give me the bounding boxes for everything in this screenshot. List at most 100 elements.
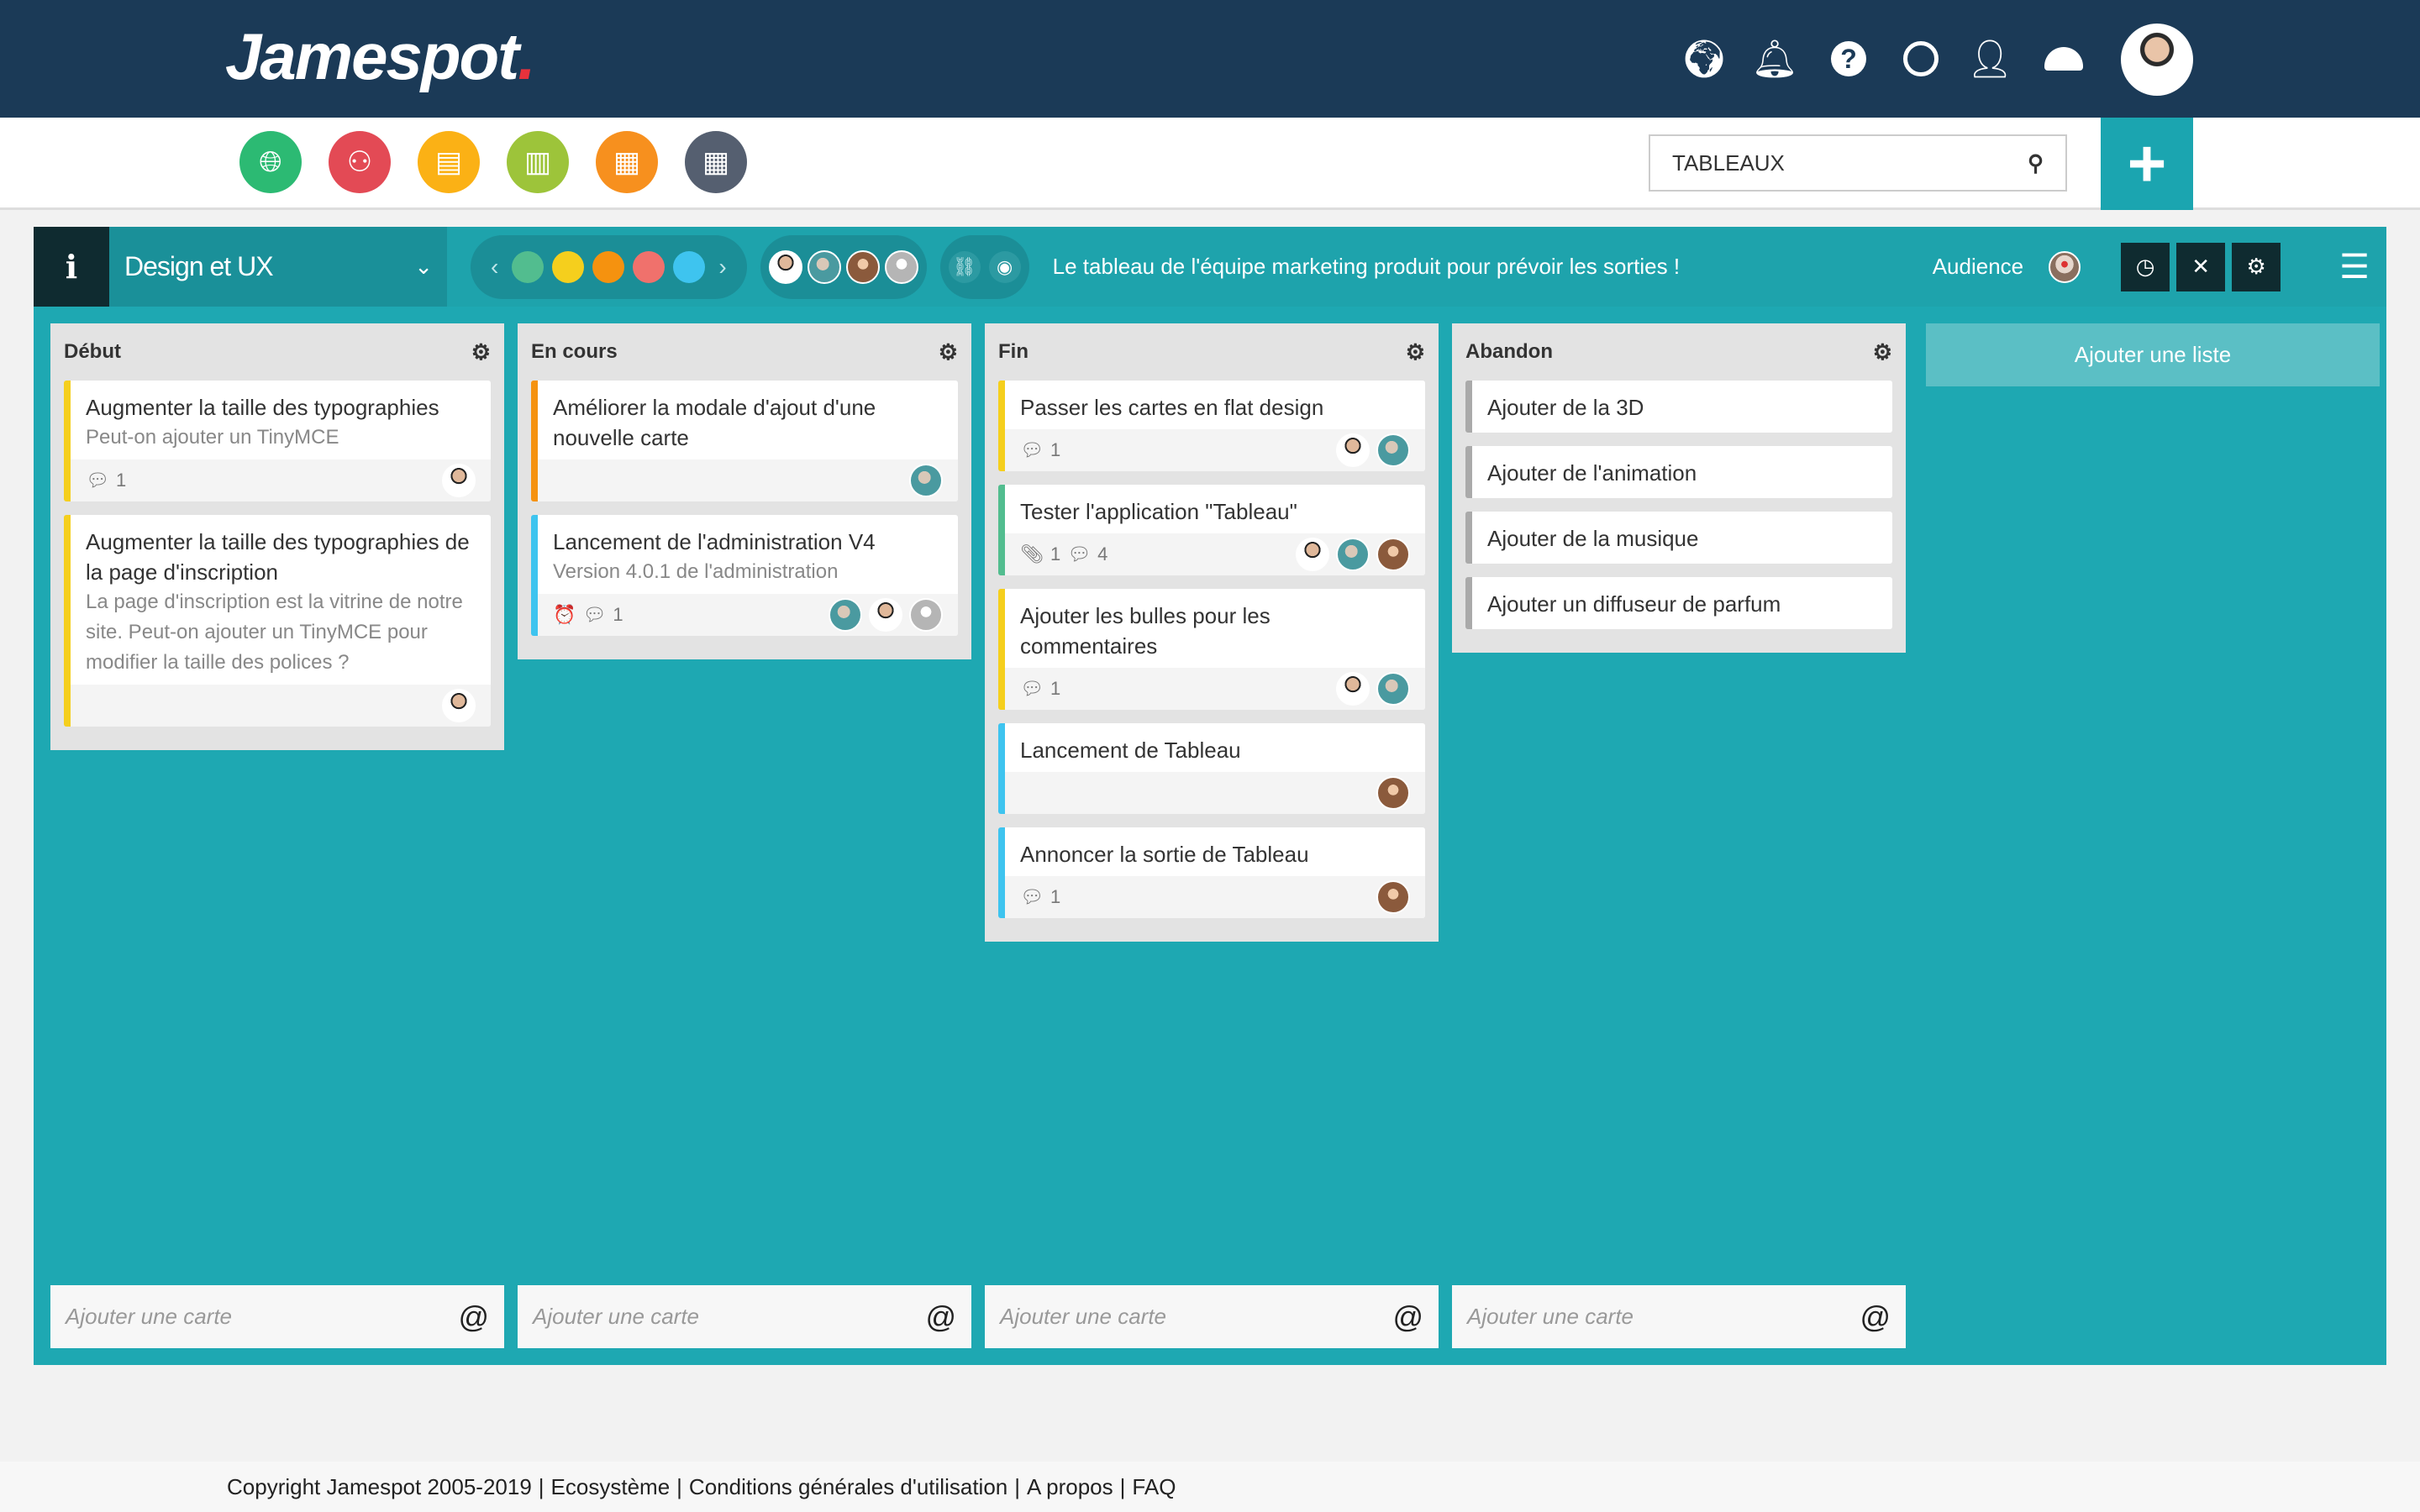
menu-icon[interactable]: ☰ (2339, 248, 2370, 286)
color-filter-dot[interactable] (633, 250, 666, 283)
app-directory-button[interactable]: ▤ (418, 131, 480, 193)
member-avatar[interactable] (829, 598, 862, 632)
card[interactable]: Passer les cartes en flat design 💬︎ 1 (998, 381, 1425, 471)
card-body: Lancement de l'administration V4 Version … (538, 515, 958, 594)
comment-icon: 💬︎ (86, 470, 109, 491)
card-title: Augmenter la taille des typographies (86, 395, 439, 420)
footer-link[interactable]: A propos (1027, 1474, 1113, 1500)
card-body: Tester l'application "Tableau" (1005, 485, 1425, 533)
unlink-icon[interactable]: ⛓ (948, 250, 981, 283)
member-avatar[interactable] (1296, 538, 1329, 571)
member-avatar[interactable] (768, 249, 802, 284)
card[interactable]: Ajouter un diffuseur de parfum (1465, 577, 1892, 629)
color-filter-dot[interactable] (512, 250, 544, 283)
member-avatar[interactable] (884, 249, 918, 284)
search-input[interactable]: TABLEAUX ⚲ (1649, 134, 2067, 192)
app-globe-button[interactable]: 🌐︎ (239, 131, 302, 193)
card[interactable]: Annoncer la sortie de Tableau 💬︎ 1 (998, 827, 1425, 918)
gear-icon[interactable]: ⚙ (471, 339, 491, 365)
clock-icon[interactable] (1897, 35, 1944, 82)
app-apps-button[interactable]: ▦ (685, 131, 747, 193)
footer-link[interactable]: Ecosystème (551, 1474, 671, 1500)
card[interactable]: Ajouter de l'animation (1465, 446, 1892, 498)
card[interactable]: Ajouter les bulles pour les commentaires… (998, 589, 1425, 710)
color-filter-dot[interactable] (673, 250, 706, 283)
mention-icon[interactable]: @ (458, 1299, 489, 1335)
add-list-button[interactable]: Ajouter une liste (1926, 323, 2380, 386)
card[interactable]: Lancement de l'administration V4 Version … (531, 515, 958, 636)
color-filter-dot[interactable] (552, 250, 585, 283)
member-avatar[interactable] (909, 464, 943, 497)
footer-link[interactable]: Copyright Jamespot 2005-2019 (227, 1474, 532, 1500)
app-calendar-button[interactable]: ▦ (596, 131, 658, 193)
app-library-button[interactable]: ▥ (507, 131, 569, 193)
card[interactable]: Augmenter la taille des typographies de … (64, 515, 491, 727)
card[interactable]: Lancement de Tableau (998, 723, 1425, 814)
gear-icon[interactable]: ⚙ (1873, 339, 1892, 365)
member-avatar[interactable] (1336, 538, 1370, 571)
member-avatar[interactable] (1376, 880, 1410, 914)
board: i Design et UX ⌄ ‹ › ⛓ ◉ Le tableau de l'é… (34, 227, 2386, 1365)
audience-label[interactable]: Audience (1933, 254, 2023, 280)
footer-link[interactable]: FAQ (1132, 1474, 1176, 1500)
info-button[interactable]: i (34, 227, 109, 307)
gear-icon[interactable]: ⚙ (1406, 339, 1425, 365)
member-avatar[interactable] (1336, 433, 1370, 467)
help-icon[interactable]: ? (1825, 35, 1872, 82)
globe-icon: 🌐︎ (259, 145, 282, 178)
member-avatar[interactable] (1376, 672, 1410, 706)
member-avatar[interactable] (869, 598, 902, 632)
card[interactable]: Ajouter de la musique (1465, 512, 1892, 564)
dashboard-icon[interactable] (2040, 35, 2087, 82)
alarm-icon: ⏰ (553, 604, 576, 625)
card-title: Ajouter de l'animation (1487, 460, 1697, 486)
mention-icon[interactable]: @ (1392, 1299, 1423, 1335)
add-card-input[interactable]: Ajouter une carte @ (985, 1285, 1439, 1348)
eye-icon[interactable]: ◉ (988, 250, 1021, 283)
fullscreen-button[interactable]: ✕ (2176, 242, 2226, 291)
mention-icon[interactable]: @ (1860, 1299, 1891, 1335)
prev-arrow-icon[interactable]: ‹ (486, 254, 503, 281)
member-avatar[interactable] (442, 689, 476, 722)
member-avatar[interactable] (909, 598, 943, 632)
next-arrow-icon[interactable]: › (713, 254, 731, 281)
user-icon[interactable]: 👤︎ (1966, 35, 2013, 82)
bell-icon[interactable]: 🔔︎ (1751, 35, 1798, 82)
app-users-button[interactable]: ⚇ (329, 131, 391, 193)
member-avatar[interactable] (1376, 433, 1410, 467)
board-selector[interactable]: Design et UX ⌄ (109, 227, 447, 307)
member-avatar[interactable] (442, 464, 476, 497)
member-avatar[interactable] (845, 249, 880, 284)
card[interactable]: Améliorer la modale d'ajout d'une nouvel… (531, 381, 958, 501)
card-body: Ajouter de la 3D (1472, 381, 1892, 433)
card-body: Ajouter de la musique (1472, 512, 1892, 564)
jamespot-logo[interactable]: Jamespot. (225, 18, 536, 95)
add-card-placeholder: Ajouter une carte (1467, 1304, 1634, 1329)
member-avatar[interactable] (1376, 776, 1410, 810)
board-options: ⛓ ◉ (939, 234, 1029, 299)
gear-icon[interactable]: ⚙ (939, 339, 958, 365)
member-avatar[interactable] (807, 249, 841, 284)
mention-icon[interactable]: @ (925, 1299, 956, 1335)
history-button[interactable]: ◷ (2121, 242, 2170, 291)
add-card-input[interactable]: Ajouter une carte @ (518, 1285, 971, 1348)
user-avatar[interactable] (2121, 24, 2193, 96)
card-description: Peut-on ajouter un TinyMCE (86, 426, 339, 449)
add-button[interactable]: + (2101, 118, 2193, 210)
comment-icon: 💬︎ (1020, 439, 1044, 460)
audience-avatar[interactable] (2049, 250, 2081, 283)
card[interactable]: Augmenter la taille des typographies Peut… (64, 381, 491, 501)
card[interactable]: Ajouter de la 3D (1465, 381, 1892, 433)
add-card-input[interactable]: Ajouter une carte @ (1452, 1285, 1906, 1348)
settings-button[interactable]: ⚙ (2232, 242, 2281, 291)
footer-link[interactable]: Conditions générales d'utilisation (689, 1474, 1007, 1500)
globe-icon[interactable]: 🌍︎ (1681, 35, 1728, 82)
list-header: Fin ⚙ (998, 323, 1425, 381)
card[interactable]: Tester l'application "Tableau" 📎︎ 1 💬︎ 4 (998, 485, 1425, 575)
member-avatar[interactable] (1376, 538, 1410, 571)
search-icon[interactable]: ⚲ (2028, 150, 2044, 176)
member-avatar[interactable] (1336, 672, 1370, 706)
users-icon: ⚇ (346, 146, 373, 178)
color-filter-dot[interactable] (592, 250, 625, 283)
add-card-input[interactable]: Ajouter une carte @ (50, 1285, 504, 1348)
